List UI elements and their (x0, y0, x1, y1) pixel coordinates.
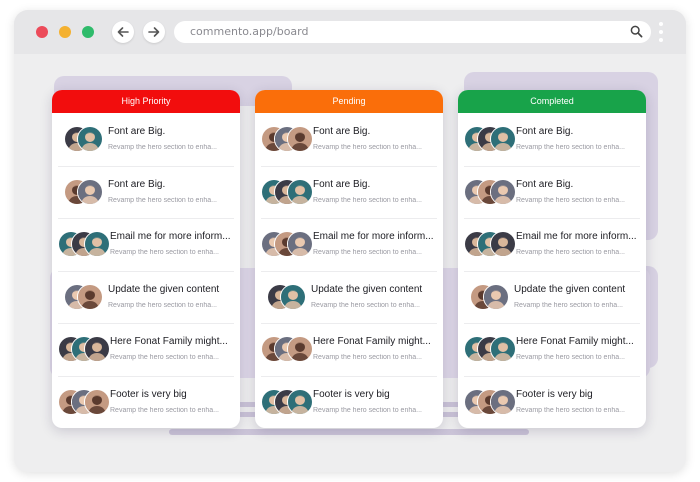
card-subtitle: Revamp the hero section to enha... (313, 249, 422, 256)
task-card[interactable]: Here Fonat Family might... Revamp the her… (52, 323, 240, 376)
avatar (84, 388, 110, 415)
column-header: Pending (255, 90, 443, 113)
card-subtitle: Revamp the hero section to enha... (108, 144, 217, 151)
task-card[interactable]: Email me for more inform... Revamp the he… (458, 218, 646, 271)
avatar (280, 283, 306, 310)
column-header: High Priority (52, 90, 240, 113)
card-subtitle: Revamp the hero section to enha... (516, 249, 625, 256)
card-subtitle: Revamp the hero section to enha... (110, 406, 219, 414)
search-icon[interactable] (630, 25, 643, 38)
avatar (490, 126, 516, 152)
task-card[interactable]: Font are Big. Revamp the hero section to … (52, 113, 240, 166)
avatar (287, 336, 313, 362)
task-card[interactable]: Font are Big. Revamp the hero section to … (255, 113, 443, 166)
card-subtitle: Revamp the hero section to enha... (313, 144, 422, 151)
task-card[interactable]: Footer is very big Revamp the hero sectio… (255, 375, 443, 429)
card-title: Font are Big. (108, 126, 166, 137)
card-title: Font are Big. (313, 178, 371, 190)
avatar (77, 283, 103, 310)
avatar (77, 126, 103, 152)
task-card[interactable]: Here Fonat Family might... Revamp the her… (255, 323, 443, 376)
avatar (84, 336, 110, 362)
card-subtitle: Revamp the hero section to enha... (516, 144, 625, 151)
avatar (287, 178, 313, 205)
card-subtitle: Revamp the hero section to enha... (514, 301, 623, 309)
avatar (490, 178, 516, 205)
card-title: Update the given content (108, 283, 220, 295)
address-bar[interactable]: commento.app/board (174, 21, 651, 43)
column-high-priority: High Priority Font are Big. Revamp the he… (52, 90, 240, 428)
task-card[interactable]: Footer is very big Revamp the hero sectio… (52, 375, 240, 429)
task-card[interactable]: Update the given content Revamp the hero … (52, 270, 240, 324)
card-subtitle: Revamp the hero section to enha... (313, 196, 422, 204)
more-options-icon[interactable] (658, 21, 664, 43)
card-title: Update the given content (311, 283, 423, 295)
task-card[interactable]: Email me for more inform... Revamp the he… (52, 218, 240, 271)
avatar (490, 388, 516, 415)
avatar (287, 388, 313, 415)
url-text: commento.app/board (190, 25, 309, 38)
avatar (77, 178, 103, 205)
background-bar (169, 429, 529, 435)
column-pending: Pending Font are Big. Revamp the hero sec… (255, 90, 443, 428)
card-title: Here Fonat Family might... (516, 336, 634, 347)
forward-button[interactable] (143, 21, 165, 43)
card-subtitle: Revamp the hero section to enha... (313, 354, 422, 361)
card-subtitle: Revamp the hero section to enha... (108, 301, 217, 309)
card-title: Here Fonat Family might... (110, 336, 228, 347)
task-card[interactable]: Update the given content Revamp the hero … (255, 270, 443, 324)
avatar (287, 126, 313, 152)
task-card[interactable]: Font are Big. Revamp the hero section to … (52, 165, 240, 219)
avatar (483, 283, 509, 310)
browser-toolbar: commento.app/board (14, 10, 686, 54)
task-card[interactable]: Here Fonat Family might... Revamp the her… (458, 323, 646, 376)
task-card[interactable]: Email me for more inform... Revamp the he… (255, 218, 443, 271)
task-card[interactable]: Update the given content Revamp the hero … (458, 270, 646, 324)
card-subtitle: Revamp the hero section to enha... (110, 249, 219, 256)
card-title: Font are Big. (108, 178, 166, 190)
avatar (84, 231, 110, 257)
avatar (490, 231, 516, 257)
avatar (287, 231, 313, 257)
column-completed: Completed Font are Big. Revamp the hero s… (458, 90, 646, 428)
card-title: Update the given content (514, 283, 626, 295)
card-title: Email me for more inform... (516, 231, 637, 242)
card-subtitle: Revamp the hero section to enha... (313, 406, 422, 414)
card-title: Email me for more inform... (110, 231, 231, 242)
card-title: Font are Big. (516, 178, 574, 190)
card-subtitle: Revamp the hero section to enha... (311, 301, 420, 309)
minimize-window-button[interactable] (59, 26, 71, 38)
card-title: Font are Big. (516, 126, 574, 137)
card-title: Email me for more inform... (313, 231, 434, 242)
arrow-left-icon (117, 27, 129, 37)
card-title: Font are Big. (313, 126, 371, 137)
column-header: Completed (458, 90, 646, 113)
back-button[interactable] (112, 21, 134, 43)
arrow-right-icon (148, 27, 160, 37)
card-title: Footer is very big (313, 388, 390, 400)
card-subtitle: Revamp the hero section to enha... (516, 196, 625, 204)
maximize-window-button[interactable] (82, 26, 94, 38)
task-card[interactable]: Font are Big. Revamp the hero section to … (458, 113, 646, 166)
card-subtitle: Revamp the hero section to enha... (108, 196, 217, 204)
card-title: Here Fonat Family might... (313, 336, 431, 347)
card-title: Footer is very big (516, 388, 593, 400)
card-subtitle: Revamp the hero section to enha... (110, 354, 219, 361)
card-subtitle: Revamp the hero section to enha... (516, 354, 625, 361)
card-title: Footer is very big (110, 388, 187, 400)
close-window-button[interactable] (36, 26, 48, 38)
task-card[interactable]: Footer is very big Revamp the hero sectio… (458, 375, 646, 429)
card-subtitle: Revamp the hero section to enha... (516, 406, 625, 414)
avatar (490, 336, 516, 362)
task-card[interactable]: Font are Big. Revamp the hero section to … (255, 165, 443, 219)
task-card[interactable]: Font are Big. Revamp the hero section to … (458, 165, 646, 219)
